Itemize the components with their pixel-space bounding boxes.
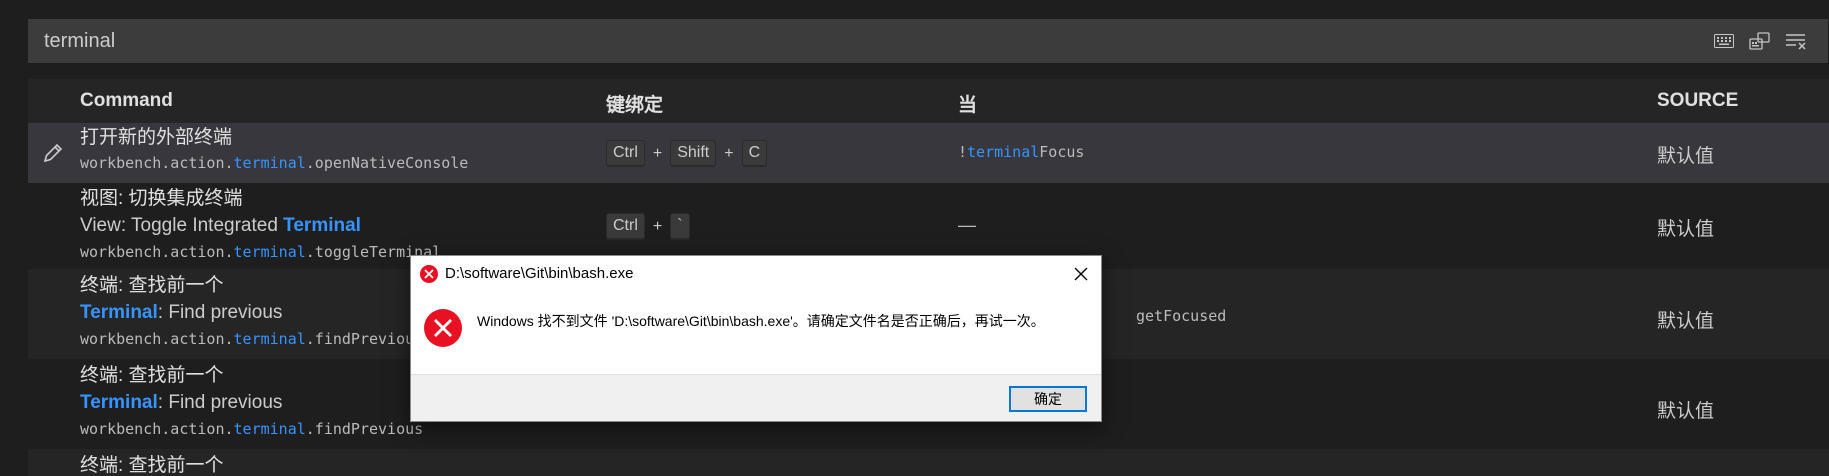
column-header-source[interactable]: SOURCE xyxy=(1657,90,1738,112)
close-icon[interactable] xyxy=(1067,260,1095,288)
command-cell: 视图: 切换集成终端 View: Toggle Integrated Termi… xyxy=(80,186,580,264)
dialog-footer: 确定 xyxy=(411,374,1101,421)
pencil-icon[interactable] xyxy=(40,140,66,166)
command-id-part: workbench.action. xyxy=(80,420,234,438)
search-bar xyxy=(28,19,1828,63)
column-header-command[interactable]: Command xyxy=(80,90,173,112)
source-cell: 默认值 xyxy=(1657,219,1715,240)
keyboard-icon[interactable] xyxy=(1712,29,1736,53)
key-cap: Ctrl xyxy=(606,140,645,167)
source-cell: 默认值 xyxy=(1657,311,1715,332)
source-cell: 默认值 xyxy=(1657,146,1715,167)
record-keys-icon[interactable] xyxy=(1748,29,1772,53)
key-cap: ` xyxy=(670,213,690,240)
command-label: View: Toggle Integrated Terminal xyxy=(80,212,580,240)
key-separator: + xyxy=(724,144,734,162)
dialog-message: Windows 找不到文件 'D:\software\Git\bin\bash.… xyxy=(477,313,1045,329)
key-cap: Shift xyxy=(670,140,717,167)
command-id-part: workbench.action. xyxy=(80,154,234,172)
dialog-title: D:\software\Git\bin\bash.exe xyxy=(445,265,634,282)
table-row[interactable]: 终端: 查找前一个 xyxy=(28,449,1829,476)
clear-filter-icon[interactable] xyxy=(1784,29,1808,53)
column-header-when[interactable]: 当 xyxy=(958,90,977,117)
command-cell: 打开新的外部终端 workbench.action.terminal.openN… xyxy=(80,125,580,175)
keybinding-cell: Ctrl + Shift + C xyxy=(606,140,768,167)
dialog-body: Windows 找不到文件 'D:\software\Git\bin\bash.… xyxy=(411,292,1101,376)
when-match: terminal xyxy=(967,143,1040,161)
command-id: workbench.action.terminal.openNativeCons… xyxy=(80,151,580,175)
command-id-part: .findPrevious xyxy=(305,330,424,348)
error-icon xyxy=(419,264,439,284)
when-cell: getFocused xyxy=(1136,307,1227,325)
command-label-part: View: Toggle Integrated xyxy=(80,215,284,236)
key-cap: Ctrl xyxy=(606,213,645,240)
command-cell: 终端: 查找前一个 xyxy=(80,453,580,476)
command-label-part: : Find previous xyxy=(157,302,283,323)
command-label-part: : Find previous xyxy=(157,392,283,413)
command-id-match: terminal xyxy=(233,330,306,348)
command-id-match: terminal xyxy=(233,154,306,172)
source-cell: 默认值 xyxy=(1657,401,1715,422)
error-icon xyxy=(423,308,463,348)
table-row[interactable]: 打开新的外部终端 workbench.action.terminal.openN… xyxy=(28,123,1829,183)
dialog-title-bar[interactable]: D:\software\Git\bin\bash.exe xyxy=(411,256,1101,292)
when-part: ! xyxy=(958,143,968,161)
command-title: 终端: 查找前一个 xyxy=(80,455,224,476)
search-actions xyxy=(1712,29,1808,53)
command-label-match: Terminal xyxy=(80,302,158,323)
search-input[interactable] xyxy=(28,19,1628,63)
command-id-part: .findPrevious xyxy=(305,420,424,438)
command-label-match: Terminal xyxy=(283,215,361,236)
column-header-keybinding[interactable]: 键绑定 xyxy=(606,90,663,117)
error-dialog: D:\software\Git\bin\bash.exe Windows 找不到… xyxy=(410,255,1102,422)
when-cell: !terminalFocus xyxy=(958,143,1084,161)
command-id-part: workbench.action. xyxy=(80,243,234,261)
command-id-part: .openNativeConsole xyxy=(305,154,469,172)
keybinding-cell: Ctrl + ` xyxy=(606,213,690,240)
key-separator: + xyxy=(652,144,663,162)
when-cell: — xyxy=(958,215,976,235)
command-id-part: workbench.action. xyxy=(80,330,234,348)
table-header: Command 键绑定 当 SOURCE xyxy=(28,79,1829,123)
ok-button[interactable]: 确定 xyxy=(1009,386,1087,412)
when-part: Focus xyxy=(1039,143,1085,161)
key-separator: + xyxy=(652,217,663,235)
command-id-match: terminal xyxy=(233,243,306,261)
command-title: 打开新的外部终端 xyxy=(80,127,233,148)
command-label-match: Terminal xyxy=(80,392,158,413)
command-id-match: terminal xyxy=(233,420,306,438)
key-cap: C xyxy=(741,140,768,167)
command-title: 视图: 切换集成终端 xyxy=(80,188,243,209)
